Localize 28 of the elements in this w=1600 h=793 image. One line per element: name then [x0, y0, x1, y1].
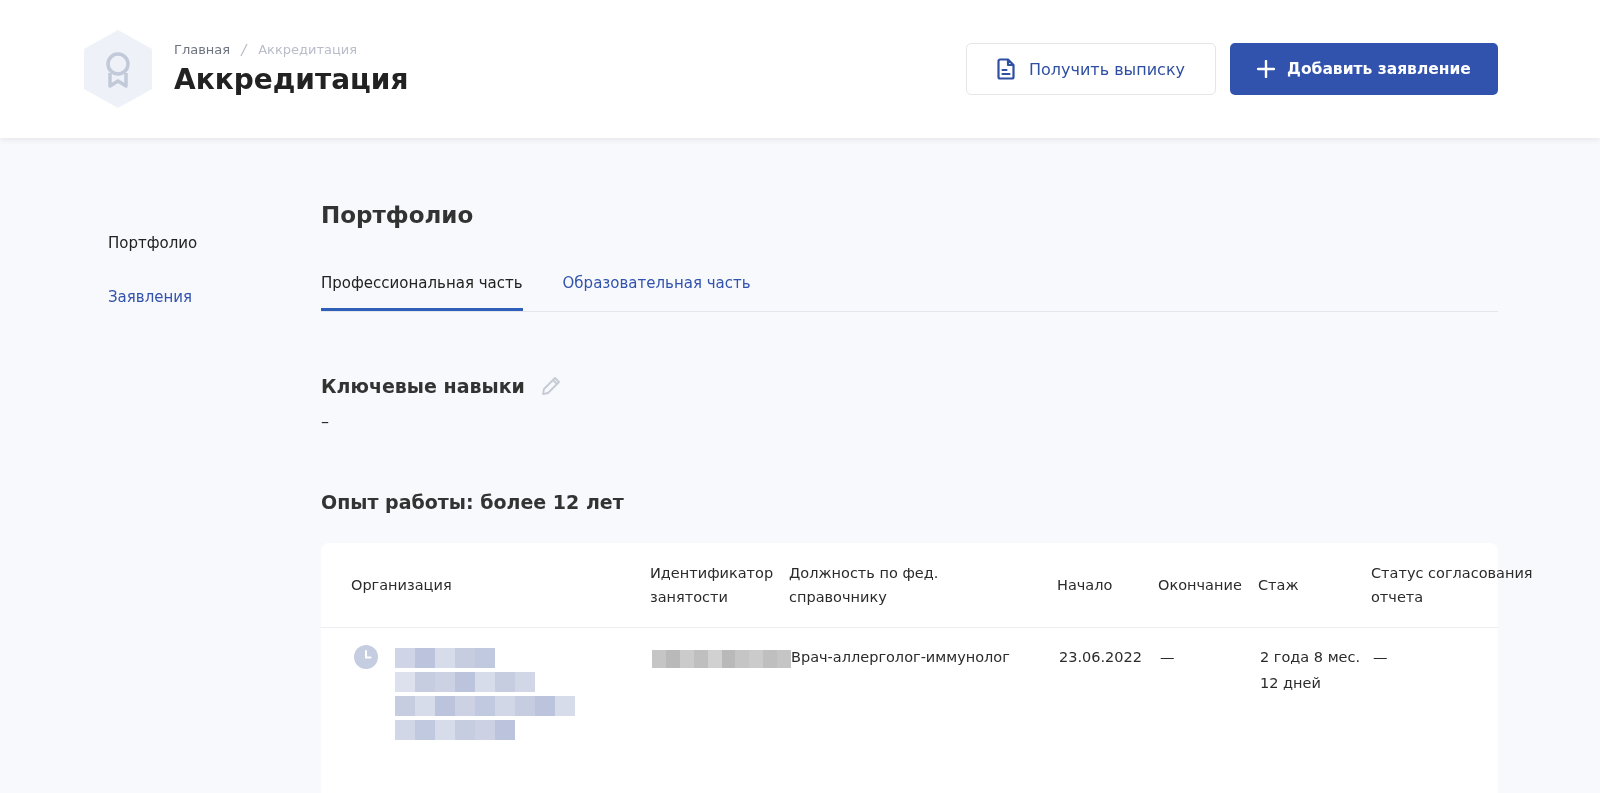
- sidebar-item[interactable]: Заявления: [108, 288, 321, 306]
- column-header: Начало: [1057, 576, 1114, 595]
- get-statement-button[interactable]: Получить выписку: [966, 43, 1216, 95]
- section-title: Портфолио: [321, 202, 475, 228]
- add-application-button[interactable]: Добавить заявление: [1230, 43, 1498, 95]
- column-header: Стаж: [1258, 576, 1300, 595]
- tab[interactable]: Профессиональная часть: [321, 274, 523, 311]
- page-title: Аккредитация: [174, 63, 409, 96]
- table-cell-text: Врач-аллерголог-иммунолог: [791, 648, 1011, 667]
- key-skills-title: Ключевые навыки: [321, 375, 525, 397]
- table-cell-text: 23.06.2022: [1059, 648, 1144, 667]
- breadcrumb-separator: [240, 42, 249, 57]
- experience-title: Опыт работы: более 12 лет: [321, 491, 625, 513]
- table-cell-text: —: [1160, 648, 1176, 667]
- plus-icon: [1257, 60, 1276, 78]
- column-header: Должность по фед. справочнику: [789, 564, 940, 607]
- column-header: Окончание: [1158, 576, 1243, 595]
- clock-icon: [353, 644, 379, 670]
- key-skills-value: –: [321, 412, 330, 431]
- breadcrumb-link[interactable]: Главная: [174, 42, 231, 57]
- document-icon: [996, 58, 1015, 80]
- column-header: Идентификатор занятости: [650, 564, 775, 607]
- table-cell-text: 2 года 8 мес. 12 дней: [1260, 648, 1362, 693]
- table-cell-text: —: [1373, 648, 1389, 667]
- column-header: Организация: [351, 576, 453, 595]
- tab[interactable]: Образовательная часть: [562, 274, 751, 311]
- column-header: Статус согласования отчета: [1371, 564, 1534, 607]
- sidebar-item[interactable]: Портфолио: [108, 234, 321, 252]
